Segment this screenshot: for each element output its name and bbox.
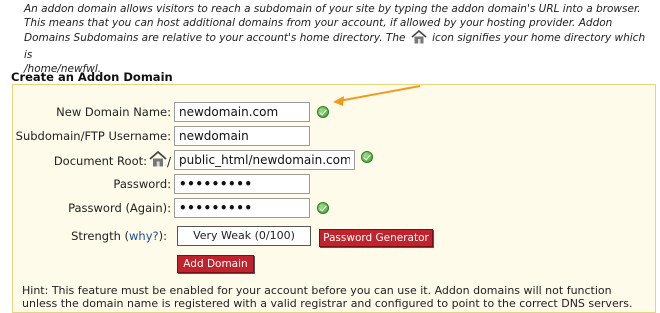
new-domain-label: New Domain Name: [56,105,171,119]
subdomain-row: Subdomain/FTP Username: [13,125,171,147]
new-domain-input[interactable] [174,102,310,122]
new-domain-row: New Domain Name: [13,101,171,123]
password-input[interactable] [174,174,310,194]
strength-meter: Very Weak (0/100) [177,226,311,246]
subdomain-label: Subdomain/FTP Username: [15,129,171,143]
document-root-label: Document Root: [53,154,147,168]
strength-row: Strength (why?): [13,225,167,247]
home-icon [411,29,427,49]
strength-label: Strength (why?): [71,225,167,247]
document-root-input[interactable] [174,150,355,170]
password-generator-button[interactable]: Password Generator [319,229,433,247]
addon-domain-form: New Domain Name: Subdomain/FTP Username:… [12,84,656,313]
intro-text: An addon domain allows visitors to reach… [24,3,654,77]
subdomain-input[interactable] [174,126,310,146]
section-title: Create an Addon Domain [11,70,173,84]
add-domain-button[interactable]: Add Domain [177,255,254,273]
why-link[interactable]: why? [129,229,159,243]
password-label: Password: [113,177,171,191]
password-row: Password: [13,173,171,195]
strength-label-text: Strength ( [71,229,130,243]
password-again-row: Password (Again): [13,197,171,219]
hint-text: Hint: This feature must be enabled for y… [22,284,633,310]
password-again-input[interactable] [174,198,310,218]
check-icon [317,106,329,118]
document-root-prefix: / [167,155,172,169]
password-again-label: Password (Again): [68,201,171,215]
check-icon [361,151,373,163]
document-root-row: Document Root: [13,150,147,172]
strength-label-close: ): [158,229,167,243]
home-icon [149,150,167,167]
check-icon [317,202,329,214]
